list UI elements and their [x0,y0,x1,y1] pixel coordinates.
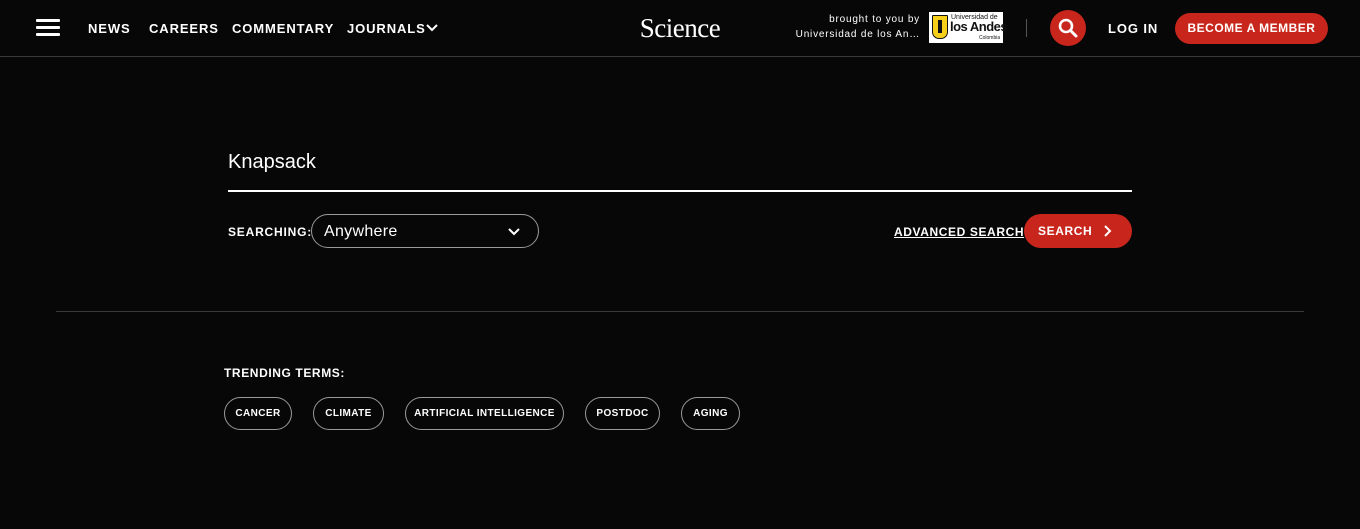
sponsor-line-2: Universidad de los An… [795,29,920,40]
trending-term-cancer[interactable]: CANCER [224,397,292,430]
section-divider [56,311,1304,312]
science-logo[interactable]: Science [620,12,740,44]
become-member-button[interactable]: BECOME A MEMBER [1175,13,1328,44]
sponsor-text: brought to you by Universidad de los An… [796,12,920,42]
university-seal-icon [932,15,948,39]
nav-news[interactable]: NEWS [88,21,131,37]
search-button-label: SEARCH [1038,224,1093,238]
top-navigation-bar: NEWS CAREERS COMMENTARY JOURNALS Science… [0,0,1360,57]
chevron-down-icon [508,228,520,236]
nav-journals[interactable]: JOURNALS [347,21,426,37]
nav-careers[interactable]: CAREERS [149,21,219,37]
search-button[interactable]: SEARCH [1024,214,1132,248]
trending-term-artificial-intelligence[interactable]: ARTIFICIAL INTELLIGENCE [405,397,564,430]
header-search-button[interactable] [1050,10,1086,46]
search-icon [1058,18,1078,38]
trending-term-climate[interactable]: CLIMATE [313,397,384,430]
trending-terms-label: TRENDING TERMS: [224,366,345,380]
sponsor-line-1: brought to you by [829,14,920,25]
advanced-search-link[interactable]: ADVANCED SEARCH [894,225,1024,239]
search-scope-select[interactable]: Anywhere [311,214,539,248]
menu-icon[interactable] [36,18,60,38]
trending-term-aging[interactable]: AGING [681,397,740,430]
chevron-down-icon[interactable] [425,21,439,35]
trending-term-postdoc[interactable]: POSTDOC [585,397,660,430]
search-input[interactable] [228,146,1132,192]
chevron-right-icon [1104,225,1112,237]
universidad-logo: Universidad de los Andes Colombia [929,12,1008,43]
searching-label: SEARCHING: [228,225,313,239]
search-scope-value: Anywhere [324,223,398,240]
header-divider [1026,19,1027,37]
login-link[interactable]: LOG IN [1108,21,1158,37]
nav-commentary[interactable]: COMMENTARY [232,21,334,37]
